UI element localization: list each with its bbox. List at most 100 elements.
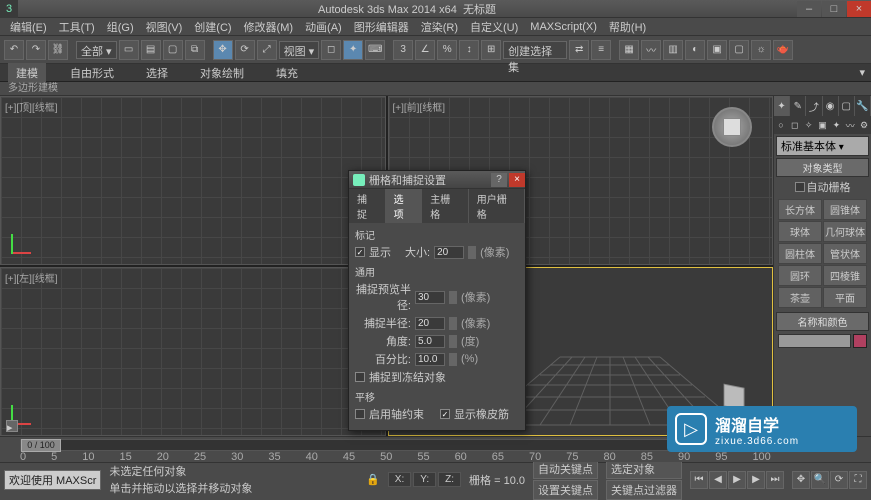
rubber-band-checkbox[interactable] bbox=[440, 409, 450, 419]
obj-geosphere-button[interactable]: 几何球体 bbox=[823, 221, 867, 242]
manip-icon[interactable]: ✦ bbox=[343, 40, 363, 60]
obj-cone-button[interactable]: 圆锥体 bbox=[823, 199, 867, 220]
systems-icon[interactable]: ⚙ bbox=[857, 116, 871, 134]
cameras-icon[interactable]: ▣ bbox=[816, 116, 830, 134]
nav-pan-icon[interactable]: ✥ bbox=[792, 471, 810, 489]
close-button[interactable]: × bbox=[847, 1, 871, 17]
goto-start-icon[interactable]: ⏮ bbox=[690, 471, 708, 489]
snap-3d-icon[interactable]: 3 bbox=[393, 40, 413, 60]
material-icon[interactable]: ◐ bbox=[685, 40, 705, 60]
menu-grapheditor[interactable]: 图形编辑器 bbox=[348, 19, 415, 35]
key-filter-button[interactable]: 关键点过滤器 bbox=[606, 480, 682, 500]
named-selection-combo[interactable]: 创建选择集 bbox=[503, 41, 567, 59]
geom-icon[interactable]: ○ bbox=[774, 116, 788, 134]
select-icon[interactable]: ▭ bbox=[119, 40, 139, 60]
scale-icon[interactable]: ⤢ bbox=[257, 40, 277, 60]
object-color-swatch[interactable] bbox=[853, 334, 867, 348]
pivot-icon[interactable]: ◻ bbox=[321, 40, 341, 60]
tab-populate[interactable]: 填充 bbox=[268, 63, 306, 83]
undo-icon[interactable]: ↶ bbox=[4, 40, 24, 60]
tab-selection[interactable]: 选择 bbox=[138, 63, 176, 83]
layers-icon[interactable]: ▦ bbox=[619, 40, 639, 60]
window-crossing-icon[interactable]: ⧉ bbox=[185, 40, 205, 60]
ref-coord-combo[interactable]: 视图 ▾ bbox=[279, 41, 320, 59]
align-icon[interactable]: ≡ bbox=[591, 40, 611, 60]
spinner-snap-icon[interactable]: ↕ bbox=[459, 40, 479, 60]
maxscript-listener[interactable]: 欢迎使用 MAXScr bbox=[4, 470, 101, 490]
dialog-close-button[interactable]: × bbox=[509, 173, 525, 187]
percent-input[interactable]: 10.0 bbox=[415, 353, 445, 366]
time-slider[interactable]: 0 / 100 bbox=[20, 439, 771, 451]
axis-constraint-checkbox[interactable] bbox=[355, 409, 365, 419]
obj-cylinder-button[interactable]: 圆柱体 bbox=[778, 243, 822, 264]
angle-input[interactable]: 5.0 bbox=[415, 335, 445, 348]
menu-maxscript[interactable]: MAXScript(X) bbox=[524, 21, 603, 33]
create-tab-icon[interactable]: ✦ bbox=[774, 96, 790, 116]
viewport-top[interactable]: [+][顶][线框] bbox=[0, 96, 386, 265]
time-ruler[interactable]: 0510 152025 303540 455055 606570 758085 … bbox=[20, 451, 771, 463]
setkey-button[interactable]: 设置关键点 bbox=[533, 480, 598, 500]
mirror-icon[interactable]: ⇄ bbox=[569, 40, 589, 60]
selection-filter-combo[interactable]: 全部 ▾ bbox=[76, 41, 117, 59]
lights-icon[interactable]: ✧ bbox=[802, 116, 816, 134]
rotate-icon[interactable]: ⟳ bbox=[235, 40, 255, 60]
size-input[interactable]: 20 bbox=[434, 246, 464, 259]
spinner[interactable] bbox=[449, 291, 457, 304]
tab-freeform[interactable]: 自由形式 bbox=[62, 63, 122, 83]
menu-render[interactable]: 渲染(R) bbox=[415, 19, 464, 35]
curve-editor-icon[interactable]: 〰 bbox=[641, 40, 661, 60]
snap-frozen-checkbox[interactable] bbox=[355, 372, 365, 382]
menu-help[interactable]: 帮助(H) bbox=[603, 19, 652, 35]
space-icon[interactable]: 〰 bbox=[843, 116, 857, 134]
prev-frame-icon[interactable]: ◀ bbox=[709, 471, 727, 489]
category-combo[interactable]: 标准基本体 ▾ bbox=[776, 136, 869, 156]
tab-modeling[interactable]: 建模 bbox=[8, 63, 46, 83]
coord-y[interactable]: Y: bbox=[413, 472, 436, 487]
tab-snap[interactable]: 捕捉 bbox=[349, 189, 386, 223]
tab-options[interactable]: 选项 bbox=[386, 189, 423, 223]
menu-customize[interactable]: 自定义(U) bbox=[464, 19, 524, 35]
nav-max-icon[interactable]: ⛶ bbox=[849, 471, 867, 489]
obj-box-button[interactable]: 长方体 bbox=[778, 199, 822, 220]
snap-radius-input[interactable]: 20 bbox=[415, 317, 445, 330]
keyboard-icon[interactable]: ⌨ bbox=[365, 40, 385, 60]
spinner[interactable] bbox=[449, 353, 457, 366]
tab-homegrid[interactable]: 主栅格 bbox=[422, 189, 468, 223]
dialog-help-button[interactable]: ? bbox=[491, 173, 507, 187]
lock-icon[interactable]: 🔒 bbox=[366, 473, 380, 486]
menu-animation[interactable]: 动画(A) bbox=[299, 19, 348, 35]
nav-orbit-icon[interactable]: ⟳ bbox=[830, 471, 848, 489]
helpers-icon[interactable]: ✦ bbox=[829, 116, 843, 134]
render-frame-icon[interactable]: ▢ bbox=[729, 40, 749, 60]
obj-plane-button[interactable]: 平面 bbox=[823, 287, 867, 308]
obj-tube-button[interactable]: 管状体 bbox=[823, 243, 867, 264]
percent-snap-icon[interactable]: % bbox=[437, 40, 457, 60]
play-icon[interactable]: ▶ bbox=[728, 471, 746, 489]
render-icon[interactable]: ☼ bbox=[751, 40, 771, 60]
maximize-button[interactable]: □ bbox=[822, 1, 846, 17]
rect-select-icon[interactable]: ▢ bbox=[163, 40, 183, 60]
nav-zoom-icon[interactable]: 🔍 bbox=[811, 471, 829, 489]
tab-objpaint[interactable]: 对象绘制 bbox=[192, 63, 252, 83]
snap-toggle-icon[interactable]: ⊞ bbox=[481, 40, 501, 60]
app-icon[interactable]: 3 bbox=[0, 0, 18, 18]
object-name-input[interactable] bbox=[778, 334, 851, 348]
link-icon[interactable]: ⛓ bbox=[48, 40, 68, 60]
viewcube-icon[interactable] bbox=[712, 107, 752, 147]
timeline-scroll-icon[interactable]: ▸ bbox=[6, 420, 18, 432]
tab-usergrid[interactable]: 用户栅格 bbox=[469, 189, 525, 223]
render-setup-icon[interactable]: ▣ bbox=[707, 40, 727, 60]
coord-z[interactable]: Z: bbox=[438, 472, 461, 487]
teapot-icon[interactable]: 🫖 bbox=[773, 40, 793, 60]
preview-radius-input[interactable]: 30 bbox=[415, 291, 445, 304]
shapes-icon[interactable]: ◻ bbox=[788, 116, 802, 134]
display-tab-icon[interactable]: ▢ bbox=[839, 96, 855, 116]
schematic-icon[interactable]: ▥ bbox=[663, 40, 683, 60]
spinner[interactable] bbox=[449, 335, 457, 348]
menu-create[interactable]: 创建(C) bbox=[188, 19, 237, 35]
spinner[interactable] bbox=[449, 317, 457, 330]
display-checkbox[interactable] bbox=[355, 247, 365, 257]
obj-teapot-button[interactable]: 茶壶 bbox=[778, 287, 822, 308]
select-name-icon[interactable]: ▤ bbox=[141, 40, 161, 60]
angle-snap-icon[interactable]: ∠ bbox=[415, 40, 435, 60]
